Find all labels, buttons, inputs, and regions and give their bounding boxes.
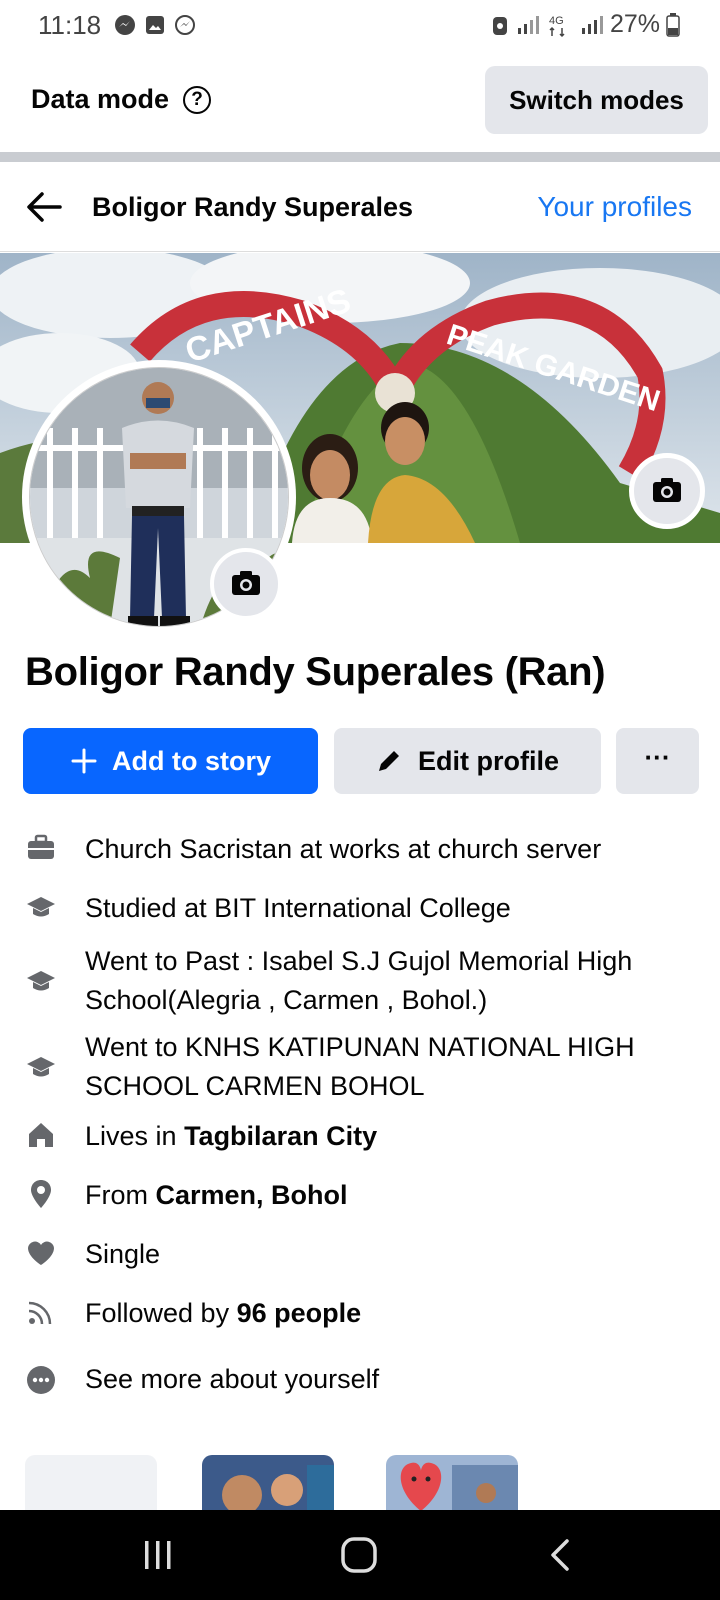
went-past-text: Went to Past : Isabel S.J Gujol Memorial… [85, 946, 633, 1015]
battery-percent: 27% [609, 10, 660, 38]
profile-header: Boligor Randy Superales Your profiles [0, 162, 720, 252]
status-right: 4G 27% [490, 10, 680, 39]
briefcase-icon [28, 834, 54, 859]
page-title: Boligor Randy Superales [92, 192, 414, 222]
went-knhs-text: Went to KNHS KATIPUNAN NATIONAL HIGH SCH… [85, 1032, 635, 1101]
signal-2-icon [581, 15, 603, 34]
rss-icon [28, 1301, 52, 1325]
lives-prefix: Lives in [85, 1121, 185, 1151]
back-arrow-icon[interactable] [26, 190, 62, 224]
pencil-icon [379, 751, 399, 771]
data-mode-bar: Data mode ? Switch modes [0, 52, 720, 152]
signal-icon [517, 15, 539, 34]
graduation-cap-icon [27, 897, 55, 917]
cover-camera-button[interactable] [629, 453, 705, 529]
followed-prefix: Followed by [85, 1298, 237, 1328]
alarm-icon [492, 16, 507, 35]
plus-icon [71, 748, 97, 774]
status-time: 11:18 [38, 10, 102, 40]
gallery-icon [146, 16, 164, 34]
data-mode-label: Data mode [31, 84, 170, 114]
avatar-camera-button[interactable] [210, 548, 282, 620]
add-to-story-button[interactable]: Add to story [23, 728, 318, 794]
your-profiles-link[interactable]: Your profiles [537, 191, 692, 223]
graduation-cap-icon [27, 971, 55, 991]
camera-icon [653, 478, 681, 502]
messenger-icon [115, 15, 135, 35]
camera-icon [232, 571, 260, 595]
home-button-icon[interactable] [340, 1536, 378, 1574]
switch-modes-button[interactable]: Switch modes [485, 66, 708, 134]
more-options-button[interactable]: ··· [616, 728, 699, 794]
relationship-text: Single [85, 1239, 161, 1269]
battery-icon [666, 12, 680, 37]
messenger-outline-icon [175, 15, 195, 35]
lives-place: Tagbilaran City [184, 1121, 378, 1151]
see-more-text: See more about yourself [85, 1364, 380, 1394]
edit-profile-label: Edit profile [418, 745, 559, 776]
system-navigation-bar [0, 1510, 720, 1600]
graduation-cap-icon [27, 1057, 55, 1077]
lives-text: Lives in Tagbilaran City [85, 1117, 685, 1156]
edit-profile-button[interactable]: Edit profile [334, 728, 601, 794]
followed-count: 96 people [236, 1298, 362, 1328]
status-bar: 11:18 4G 27% [0, 0, 720, 52]
notification-icons [114, 14, 196, 36]
location-pin-icon [31, 1180, 51, 1208]
back-button-icon[interactable] [548, 1538, 572, 1572]
recent-apps-icon[interactable] [141, 1538, 175, 1572]
from-prefix: From [85, 1180, 156, 1210]
divider [0, 152, 720, 162]
profile-name: Boligor Randy Superales (Ran) [25, 650, 606, 694]
4g-icon: 4G [549, 15, 565, 37]
home-icon [29, 1123, 53, 1147]
help-icon[interactable]: ? [183, 86, 211, 114]
more-dots-icon [27, 1366, 55, 1394]
from-text: From Carmen, Bohol [85, 1176, 685, 1215]
svg-text:4G: 4G [549, 15, 564, 27]
followers-text: Followed by 96 people [85, 1294, 685, 1333]
heart-icon [28, 1241, 54, 1265]
work-text: Church Sacristan at works at church serv… [85, 834, 602, 864]
from-place: Carmen, Bohol [155, 1180, 348, 1210]
add-to-story-label: Add to story [112, 745, 271, 776]
studied-text: Studied at BIT International College [85, 893, 511, 923]
